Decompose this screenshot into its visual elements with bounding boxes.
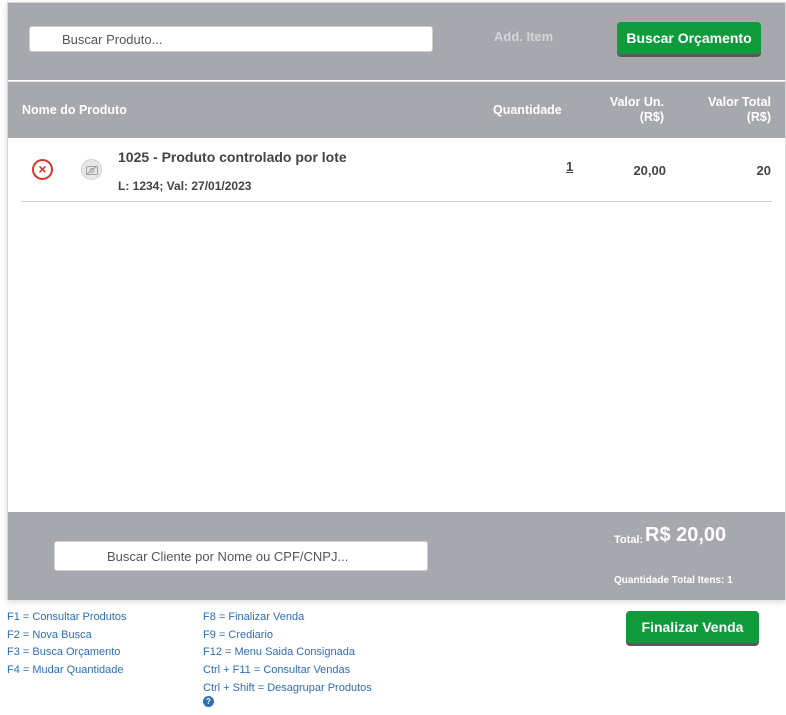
header-unit-value-line1: Valor Un. <box>609 95 664 109</box>
table-header: Nome do Produto Quantidade Valor Un. (R$… <box>8 81 785 138</box>
header-product-name: Nome do Produto <box>22 103 127 117</box>
shortcuts-column-2: F8 = Finalizar Venda F9 = Crediario F12 … <box>203 609 373 708</box>
header-total-value-line2: (R$) <box>746 110 771 124</box>
shortcut-f9[interactable]: F9 = Crediario <box>203 627 373 645</box>
customer-search-input[interactable] <box>54 541 428 571</box>
shortcut-ctrl-shift[interactable]: Ctrl + Shift = Desagrupar Produtos ? <box>203 682 373 708</box>
remove-item-icon[interactable]: × <box>32 159 53 180</box>
sale-panel: Add. Item Buscar Orçamento Nome do Produ… <box>7 2 786 600</box>
header-total-value-line1: Valor Total <box>708 95 771 109</box>
shortcut-f12[interactable]: F12 = Menu Saida Consignada <box>203 644 373 662</box>
table-row: × 1025 - Produto controlado por lote L: … <box>22 143 772 202</box>
shortcut-f8[interactable]: F8 = Finalizar Venda <box>203 609 373 627</box>
footer-bar: Total: R$ 20,00 Quantidade Total Itens: … <box>8 512 785 600</box>
shortcut-ctrl-f11[interactable]: Ctrl + F11 = Consultar Vendas <box>203 662 373 680</box>
shortcut-f3[interactable]: F3 = Busca Orçamento <box>7 644 127 662</box>
product-search-input[interactable] <box>29 26 433 52</box>
total-items-count: Quantidade Total Itens: 1 <box>614 575 733 586</box>
product-name: 1025 - Produto controlado por lote <box>118 149 347 165</box>
header-unit-value: Valor Un. (R$) <box>598 95 664 125</box>
finalizar-venda-button[interactable]: Finalizar Venda <box>626 611 759 643</box>
help-icon[interactable]: ? <box>203 695 214 707</box>
header-unit-value-line2: (R$) <box>639 110 664 124</box>
quantity-link[interactable]: 1 <box>566 159 573 174</box>
header-total-value: Valor Total (R$) <box>688 95 771 125</box>
top-toolbar: Add. Item Buscar Orçamento <box>8 3 785 80</box>
total-value: 20 <box>756 163 771 178</box>
header-quantity: Quantidade <box>493 103 562 117</box>
shortcut-ctrl-shift-label: Ctrl + Shift = Desagrupar Produtos <box>203 682 372 694</box>
total-label: Total: <box>614 534 644 546</box>
shortcuts-column-1: F1 = Consultar Produtos F2 = Nova Busca … <box>7 609 127 679</box>
shortcut-f2[interactable]: F2 = Nova Busca <box>7 627 127 645</box>
buscar-orcamento-button[interactable]: Buscar Orçamento <box>617 22 761 54</box>
total-amount: R$ 20,00 <box>645 524 727 546</box>
product-lot-info: L: 1234; Val: 27/01/2023 <box>118 179 252 193</box>
shortcut-f1[interactable]: F1 = Consultar Produtos <box>7 609 127 627</box>
unit-value: 20,00 <box>633 163 666 178</box>
shortcut-f4[interactable]: F4 = Mudar Quantidade <box>7 662 127 680</box>
add-item-button[interactable]: Add. Item <box>494 29 553 44</box>
product-image-placeholder-icon <box>81 159 102 180</box>
